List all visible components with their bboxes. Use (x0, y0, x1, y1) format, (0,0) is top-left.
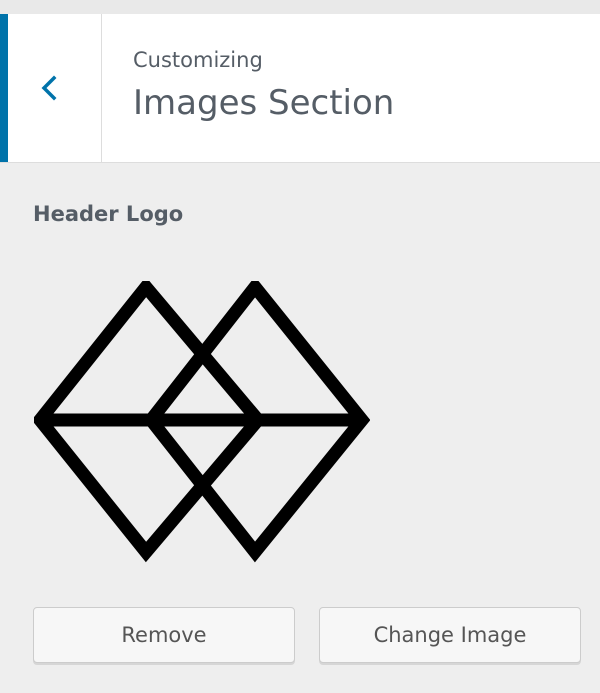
customizer-section-header: Customizing Images Section (0, 14, 600, 163)
change-image-button[interactable]: Change Image (319, 607, 581, 663)
remove-button[interactable]: Remove (33, 607, 295, 663)
back-button[interactable] (0, 14, 102, 162)
logo-preview-image[interactable] (34, 281, 370, 563)
header-logo-label: Header Logo (33, 202, 184, 226)
top-strip (0, 0, 600, 15)
section-title-group: Customizing Images Section (133, 46, 394, 124)
customizing-subtitle: Customizing (133, 48, 263, 72)
page-title: Images Section (133, 83, 395, 123)
chevron-left-icon (41, 75, 56, 101)
